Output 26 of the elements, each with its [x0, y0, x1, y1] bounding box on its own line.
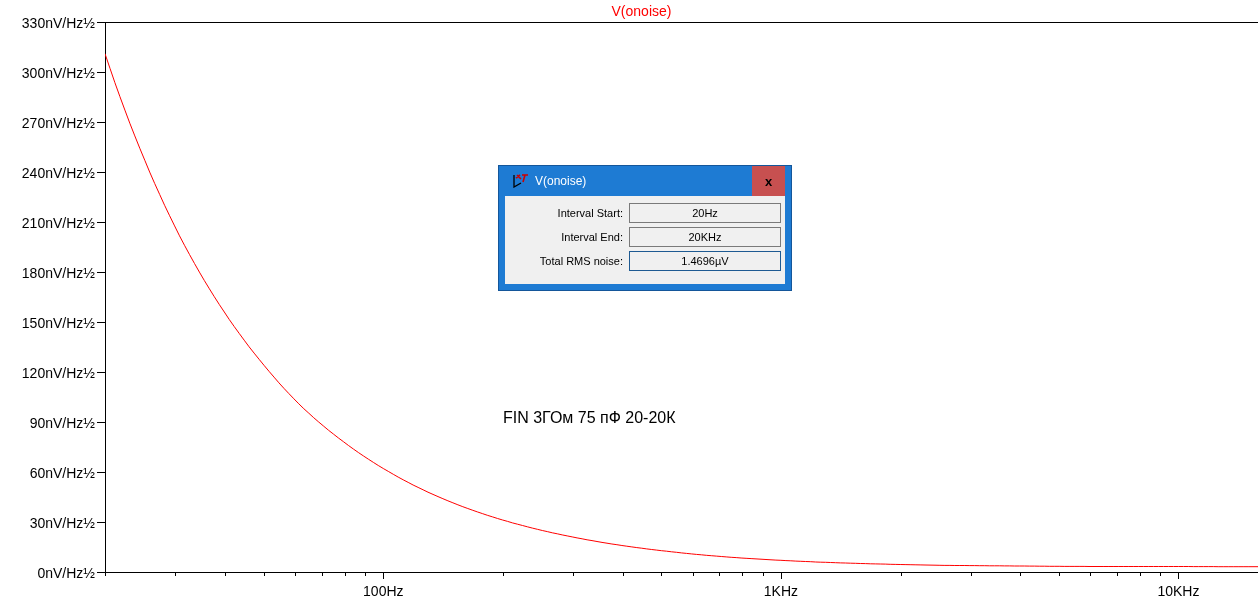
y-tick-label: 90nV/Hz½	[29, 414, 95, 431]
y-tick-label: 330nV/Hz½	[21, 14, 95, 31]
app-logo-icon	[513, 174, 529, 188]
y-tick-label: 180nV/Hz½	[21, 264, 95, 281]
field-label: Interval Start:	[557, 205, 623, 221]
trace-legend: V(onoise)	[611, 3, 672, 19]
close-button[interactable]: x	[752, 166, 785, 196]
dialog-title: V(onoise)	[535, 173, 588, 190]
y-tick-label: 270nV/Hz½	[21, 114, 95, 131]
y-tick-label: 150nV/Hz½	[21, 314, 95, 331]
value-field[interactable]: 1.4696µV	[629, 251, 781, 271]
field-label: Total RMS noise:	[539, 253, 623, 269]
y-tick-label: 0nV/Hz½	[37, 564, 95, 581]
x-tick-label: 1KHz	[763, 583, 798, 599]
y-tick-label: 210nV/Hz½	[21, 214, 95, 231]
y-tick-label: 240nV/Hz½	[21, 164, 95, 181]
y-tick-label: 30nV/Hz½	[29, 514, 95, 531]
y-tick-label: 120nV/Hz½	[21, 364, 95, 381]
value-field[interactable]: 20Hz	[629, 203, 781, 223]
x-tick-label: 100Hz	[363, 583, 404, 599]
value-field[interactable]: 20KHz	[629, 227, 781, 247]
field-label: Interval End:	[561, 229, 623, 245]
plot-annotation: FIN 3ГОм 75 пФ 20-20К	[503, 409, 676, 426]
x-tick-label: 10KHz	[1157, 583, 1200, 599]
y-tick-label: 60nV/Hz½	[29, 464, 95, 481]
y-tick-label: 300nV/Hz½	[21, 64, 95, 81]
